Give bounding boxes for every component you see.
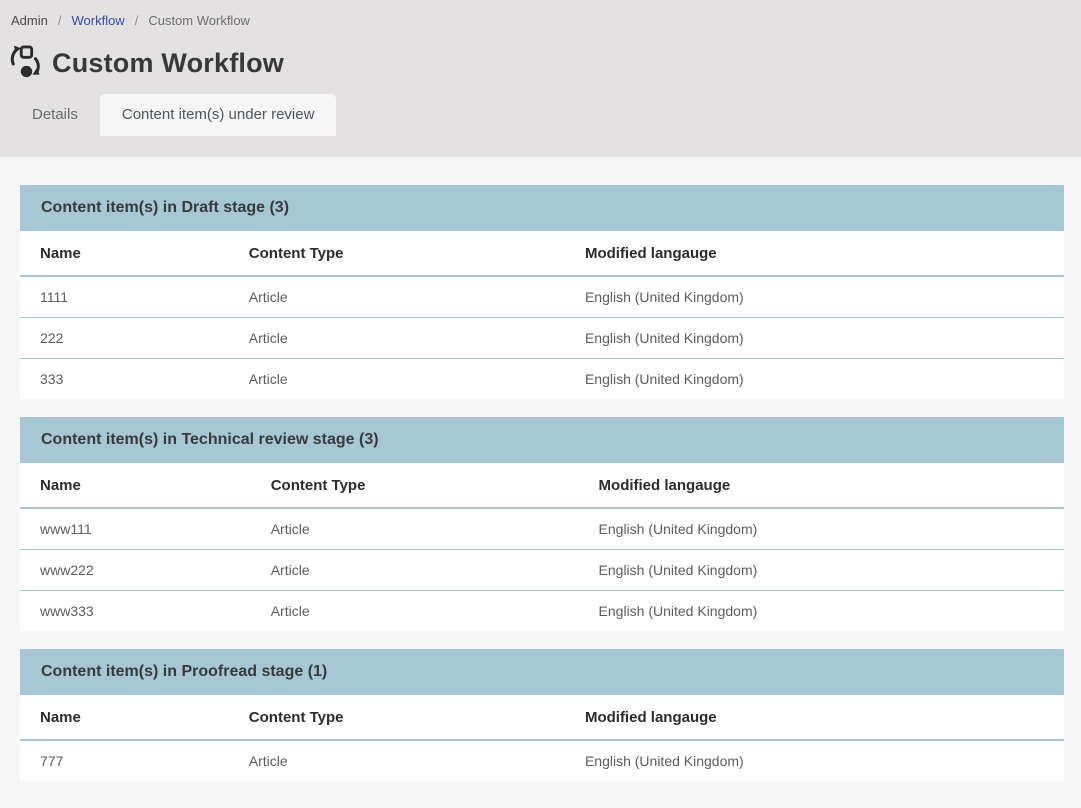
tab-content-item-s-under-review[interactable]: Content item(s) under review (100, 94, 337, 136)
table-header-row: NameContent TypeModified langauge (20, 695, 1064, 740)
table-cell: 222 (20, 318, 229, 359)
table-row: www222ArticleEnglish (United Kingdom) (20, 550, 1064, 591)
column-header: Modified langauge (565, 231, 1064, 276)
table-cell: Article (251, 508, 579, 550)
tab-details[interactable]: Details (10, 94, 100, 136)
table-row: 777ArticleEnglish (United Kingdom) (20, 740, 1064, 781)
table-cell: www111 (20, 508, 251, 550)
section-title: Content item(s) in Technical review stag… (20, 417, 1064, 463)
table-header-row: NameContent TypeModified langauge (20, 463, 1064, 508)
content-stage-section: Content item(s) in Proofread stage (1) N… (20, 649, 1064, 781)
content-items-table: NameContent TypeModified langauge www111… (20, 463, 1064, 631)
table-cell: English (United Kingdom) (579, 591, 1064, 632)
table-cell: Article (229, 359, 565, 400)
content-items-table: NameContent TypeModified langauge 777Art… (20, 695, 1064, 781)
breadcrumb-item[interactable]: Workflow (71, 13, 124, 28)
table-cell: English (United Kingdom) (565, 276, 1064, 318)
breadcrumb-separator: / (58, 13, 62, 28)
table-cell: 777 (20, 740, 229, 781)
table-cell: 333 (20, 359, 229, 400)
content-stage-section: Content item(s) in Draft stage (3) NameC… (20, 185, 1064, 399)
table-row: www333ArticleEnglish (United Kingdom) (20, 591, 1064, 632)
column-header: Content Type (229, 695, 565, 740)
table-row: 222ArticleEnglish (United Kingdom) (20, 318, 1064, 359)
table-row: 1111ArticleEnglish (United Kingdom) (20, 276, 1064, 318)
section-title: Content item(s) in Proofread stage (1) (20, 649, 1064, 695)
workflow-icon (8, 45, 44, 81)
table-cell: Article (251, 550, 579, 591)
content-items-table: NameContent TypeModified langauge 1111Ar… (20, 231, 1064, 399)
column-header: Content Type (229, 231, 565, 276)
column-header: Content Type (251, 463, 579, 508)
table-cell: www222 (20, 550, 251, 591)
column-header: Name (20, 695, 229, 740)
top-header-zone: Admin / Workflow / Custom Workflow Custom Wo… (0, 0, 1081, 157)
content-stage-section: Content item(s) in Technical review stag… (20, 417, 1064, 631)
table-row: 333ArticleEnglish (United Kingdom) (20, 359, 1064, 400)
breadcrumb-item: Custom Workflow (148, 13, 250, 28)
table-cell: English (United Kingdom) (579, 550, 1064, 591)
table-header-row: NameContent TypeModified langauge (20, 231, 1064, 276)
table-row: www111ArticleEnglish (United Kingdom) (20, 508, 1064, 550)
breadcrumb-separator: / (135, 13, 139, 28)
table-cell: English (United Kingdom) (565, 318, 1064, 359)
table-cell: Article (229, 318, 565, 359)
table-cell: 1111 (20, 276, 229, 318)
column-header: Modified langauge (565, 695, 1064, 740)
sections: Content item(s) in Draft stage (3) NameC… (20, 185, 1064, 781)
breadcrumb: Admin / Workflow / Custom Workflow (0, 0, 1081, 28)
column-header: Modified langauge (579, 463, 1064, 508)
table-cell: English (United Kingdom) (579, 508, 1064, 550)
table-cell: Article (251, 591, 579, 632)
table-cell: English (United Kingdom) (565, 740, 1064, 781)
table-cell: Article (229, 276, 565, 318)
table-cell: Article (229, 740, 565, 781)
table-cell: English (United Kingdom) (565, 359, 1064, 400)
tab-bar: DetailsContent item(s) under review (0, 94, 1081, 136)
column-header: Name (20, 231, 229, 276)
page-title: Custom Workflow (52, 48, 284, 79)
page-title-row: Custom Workflow (0, 28, 1081, 81)
breadcrumb-item: Admin (11, 13, 48, 28)
main-content: Content item(s) in Draft stage (3) NameC… (0, 157, 1081, 808)
table-cell: www333 (20, 591, 251, 632)
column-header: Name (20, 463, 251, 508)
section-title: Content item(s) in Draft stage (3) (20, 185, 1064, 231)
